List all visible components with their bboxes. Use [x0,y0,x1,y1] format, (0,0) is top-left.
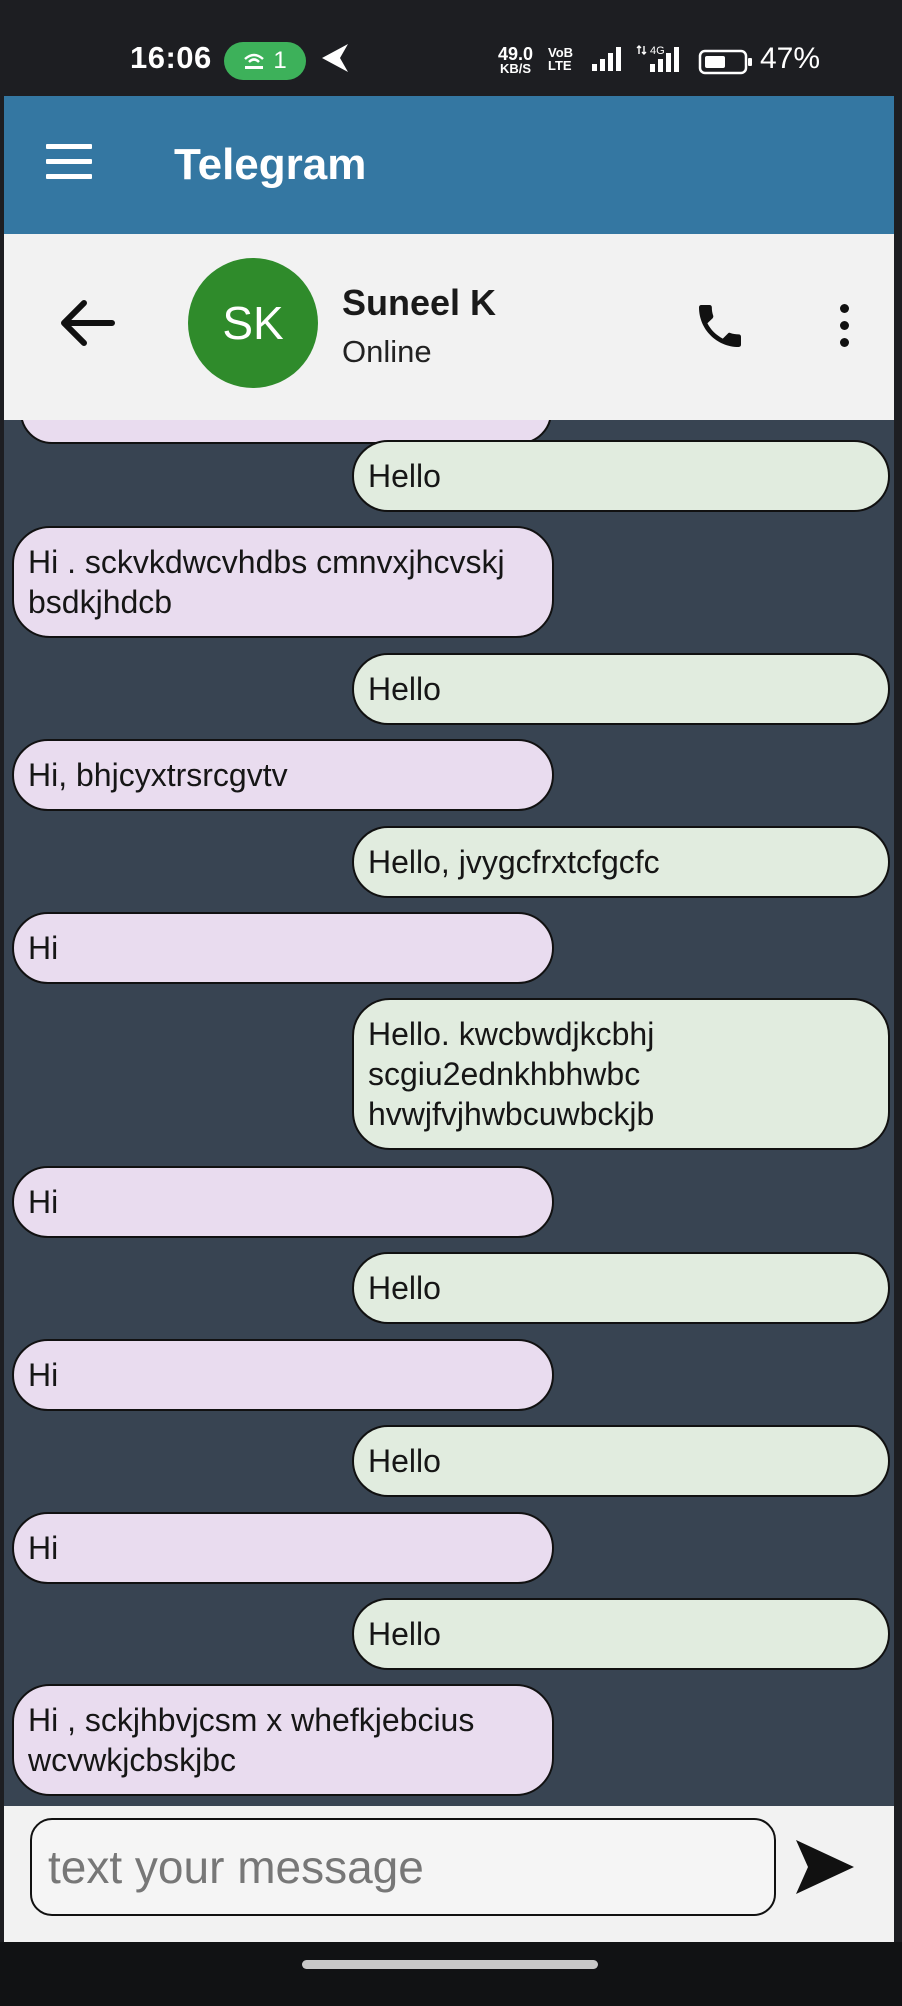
message-text: Hello. kwcbwdjkcbhj scgiu2ednkhbhwbc hvw… [368,1016,655,1132]
message-text: Hi, bhjcyxtrsrcgvtv [28,757,288,793]
chat-header: SK Suneel K Online [4,234,894,420]
message-bubble-incoming[interactable]: Hi [12,1166,554,1238]
volte-indicator: VoB LTE [548,46,573,72]
back-arrow-icon[interactable] [58,294,116,352]
contact-status: Online [342,334,432,369]
hotspot-badge: 1 [224,42,306,80]
avatar-initials: SK [222,297,284,349]
message-bubble-outgoing[interactable]: Hello [352,1425,890,1497]
location-send-icon [322,44,348,72]
hotspot-count: 1 [273,47,287,74]
battery-icon [698,49,752,75]
more-options-icon[interactable] [818,290,870,360]
hotspot-icon [244,53,265,69]
message-bubble-incoming[interactable]: Hi [12,912,554,984]
message-text: Hi [28,1357,59,1393]
net-speed: 49.0 KB/S [498,44,534,76]
message-text: Hello [368,1270,441,1306]
message-input[interactable]: text your message [30,1818,776,1916]
avatar[interactable]: SK [188,258,318,388]
contact-name[interactable]: Suneel K [342,282,496,324]
app-title: Telegram [174,140,367,189]
app-bar: Telegram [4,96,894,234]
message-input-placeholder: text your message [48,1841,424,1893]
chat-messages[interactable]: Hello Hi . sckvkdwcvhdbs cmnvxjhcvskj bs… [4,420,894,1806]
message-bubble-outgoing[interactable]: Hello [352,440,890,512]
message-text: Hi [28,930,59,966]
home-gesture-handle[interactable] [302,1960,598,1969]
status-time: 16:06 [130,40,212,75]
message-text: Hello [368,671,441,707]
message-bubble-incoming[interactable]: Hi . sckvkdwcvhdbs cmnvxjhcvskj bsdkjhdc… [12,526,554,638]
message-text: Hi , sckjhbvjcsm x whefkjebcius wcvwkjcb… [28,1702,475,1778]
hamburger-menu-icon[interactable] [46,144,92,180]
send-icon[interactable] [792,1836,858,1898]
svg-text:4G: 4G [650,45,665,57]
message-bubble-incoming[interactable]: Hi , sckjhbvjcsm x whefkjebcius wcvwkjcb… [12,1684,554,1796]
message-bubble-outgoing[interactable]: Hello. kwcbwdjkcbhj scgiu2ednkhbhwbc hvw… [352,998,890,1150]
message-text: Hi [28,1184,59,1220]
message-bubble-incoming[interactable]: Hi [12,1512,554,1584]
battery-percent: 47% [760,42,821,75]
message-text: Hello [368,1443,441,1479]
message-bubble-outgoing[interactable]: Hello [352,1252,890,1324]
message-bubble-outgoing[interactable]: Hello [352,1598,890,1670]
volte-bottom: LTE [548,58,572,73]
signal-4g-icon: 4G [636,45,679,72]
message-text: Hi [28,1530,59,1566]
net-speed-value: 49.0 [498,44,534,64]
status-bar: 16:06 1 49.0 KB/S VoB LTE 4G 47% [0,0,902,96]
signal-icon [592,47,621,71]
net-speed-unit: KB/S [499,61,532,76]
message-text: Hello [368,458,441,494]
message-bubble-incoming[interactable]: Hi, bhjcyxtrsrcgvtv [12,739,554,811]
phone-call-icon[interactable] [692,298,748,354]
system-nav-bar [0,1942,902,2006]
message-text: Hello [368,1616,441,1652]
message-bubble-incoming[interactable]: Hi [12,1339,554,1411]
message-bubble-outgoing[interactable]: Hello [352,653,890,725]
message-text: Hi . sckvkdwcvhdbs cmnvxjhcvskj bsdkjhdc… [28,544,505,620]
message-bubble-outgoing[interactable]: Hello, jvygcfrxtcfgcfc [352,826,890,898]
composer-bar: text your message [4,1806,894,1942]
message-text: Hello, jvygcfrxtcfgcfc [368,844,660,880]
